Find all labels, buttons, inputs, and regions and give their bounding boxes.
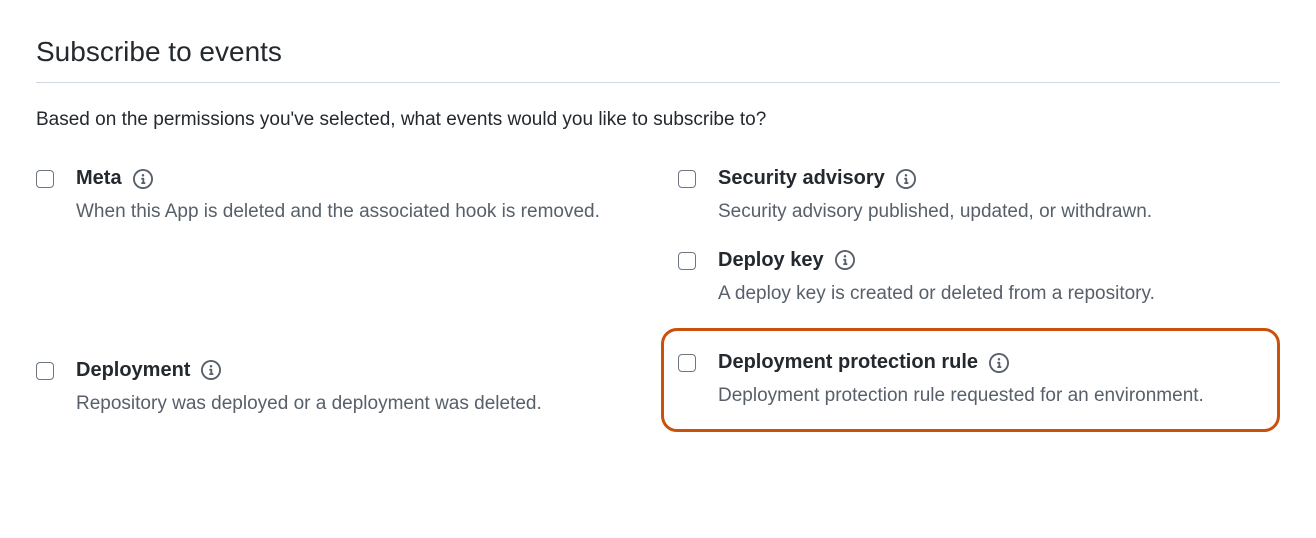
events-column-left: Meta When this App is deleted and the as… (36, 167, 638, 454)
event-item-deployment-protection-rule: Deployment protection rule Deployment pr… (661, 328, 1280, 432)
checkbox-wrapper (678, 249, 696, 275)
event-content: Security advisory Security advisory publ… (718, 167, 1280, 227)
event-title-security-advisory: Security advisory (718, 167, 885, 190)
event-description-meta: When this App is deleted and the associa… (76, 198, 638, 227)
event-header: Deployment (76, 359, 638, 382)
event-description-deploy-key: A deploy key is created or deleted from … (718, 280, 1280, 309)
checkbox-deploy-key[interactable] (678, 252, 696, 270)
info-icon[interactable] (132, 168, 154, 190)
checkbox-deployment[interactable] (36, 362, 54, 380)
event-header: Meta (76, 167, 638, 190)
event-description-deployment-protection-rule: Deployment protection rule requested for… (718, 382, 1261, 411)
checkbox-wrapper (678, 351, 696, 377)
checkbox-wrapper (678, 167, 696, 193)
event-header: Deploy key (718, 249, 1280, 272)
event-header: Security advisory (718, 167, 1280, 190)
checkbox-meta[interactable] (36, 170, 54, 188)
event-item-deployment: Deployment Repository was deployed or a … (36, 359, 638, 419)
section-title: Subscribe to events (36, 36, 1280, 68)
event-content: Deployment protection rule Deployment pr… (718, 351, 1261, 411)
checkbox-wrapper (36, 167, 54, 193)
checkbox-security-advisory[interactable] (678, 170, 696, 188)
event-title-deployment: Deployment (76, 359, 190, 382)
event-item-security-advisory: Security advisory Security advisory publ… (678, 167, 1280, 227)
event-item-meta: Meta When this App is deleted and the as… (36, 167, 638, 227)
event-description-deployment: Repository was deployed or a deployment … (76, 390, 638, 419)
event-content: Meta When this App is deleted and the as… (76, 167, 638, 227)
event-title-meta: Meta (76, 167, 122, 190)
event-title-deployment-protection-rule: Deployment protection rule (718, 351, 978, 374)
checkbox-wrapper (36, 359, 54, 385)
event-content: Deploy key A deploy key is created or de… (718, 249, 1280, 309)
info-icon[interactable] (834, 249, 856, 271)
event-header: Deployment protection rule (718, 351, 1261, 374)
event-content: Deployment Repository was deployed or a … (76, 359, 638, 419)
info-icon[interactable] (988, 352, 1010, 374)
events-column-right: Security advisory Security advisory publ… (678, 167, 1280, 454)
checkbox-deployment-protection-rule[interactable] (678, 354, 696, 372)
event-title-deploy-key: Deploy key (718, 249, 824, 272)
event-item-deploy-key: Deploy key A deploy key is created or de… (678, 249, 1280, 309)
info-icon[interactable] (895, 168, 917, 190)
spacer (36, 249, 638, 359)
section-divider (36, 82, 1280, 83)
info-icon[interactable] (200, 359, 222, 381)
events-grid: Meta When this App is deleted and the as… (36, 167, 1280, 454)
section-description: Based on the permissions you've selected… (36, 109, 1280, 131)
event-description-security-advisory: Security advisory published, updated, or… (718, 198, 1280, 227)
